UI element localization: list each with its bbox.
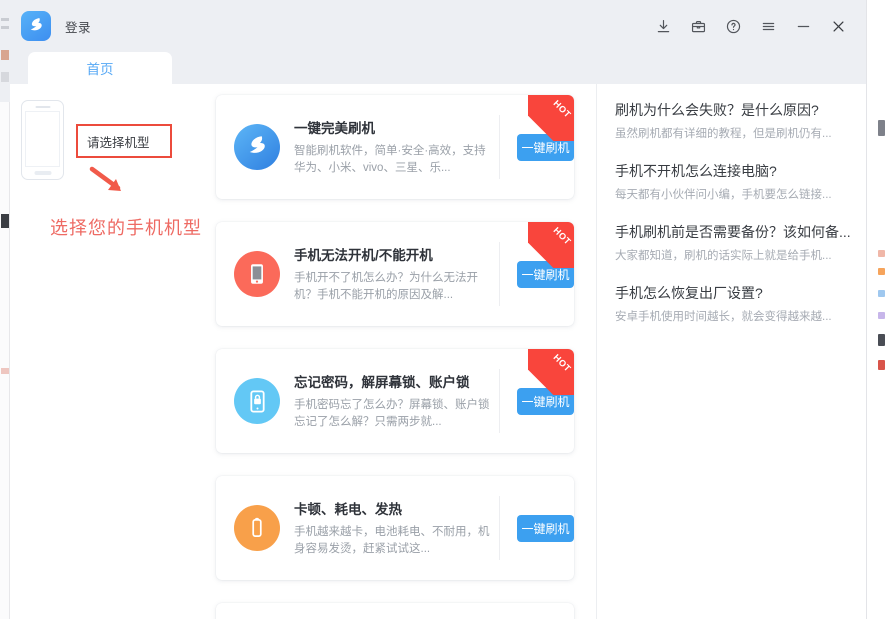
feature-card[interactable]: 一键完美刷机 智能刷机软件，简单·安全·高效，支持华为、小米、vivo、三星、乐… — [216, 95, 574, 199]
feature-card-text: 一键完美刷机 智能刷机软件，简单·安全·高效，支持华为、小米、vivo、三星、乐… — [294, 117, 490, 177]
feature-card-desc: 手机越来越卡，电池耗电、不耐用，机身容易发烫，赶紧试试这... — [294, 524, 490, 558]
feature-card-title: 卡顿、耗电、发热 — [294, 498, 490, 518]
news-item-desc: 虽然刷机都有详细的教程，但是刷机仍有... — [615, 125, 851, 141]
tab-strip: 首页 — [10, 52, 866, 84]
hot-badge-label: HOT — [551, 225, 573, 247]
feature-card[interactable] — [216, 603, 574, 619]
feature-card-title: 手机无法开机/不能开机 — [294, 244, 490, 264]
tab-home[interactable]: 首页 — [28, 52, 172, 84]
news-item-desc: 每天都有小伙伴问小编，手机要怎么链接... — [615, 186, 851, 202]
feature-card-desc: 手机密码忘了怎么办？屏幕锁、账户锁忘记了怎么解？只需两步就... — [294, 397, 490, 431]
select-model-hint: 选择您的手机机型 — [50, 214, 202, 240]
red-arrow-icon — [88, 166, 134, 198]
feature-card-text: 忘记密码，解屏幕锁、账户锁 手机密码忘了怎么办？屏幕锁、账户锁忘记了怎么解？只需… — [294, 371, 490, 431]
menu-icon[interactable] — [759, 17, 778, 36]
card-divider — [499, 369, 500, 433]
news-item-desc: 大家都知道，刷机的话实际上就是给手机... — [615, 247, 851, 263]
phone-outline-icon — [21, 100, 64, 180]
application-window: 登录 — [0, 0, 888, 619]
feature-card[interactable]: 手机无法开机/不能开机 手机开不了机怎么办？为什么无法开机？手机不能开机的原因及… — [216, 222, 574, 326]
hot-badge-label: HOT — [551, 98, 573, 120]
news-item[interactable]: 手机怎么恢复出厂设置? 安卓手机使用时间越长，就会变得越来越... — [597, 283, 869, 324]
news-item[interactable]: 手机刷机前是否需要备份？该如何备... 大家都知道，刷机的话实际上就是给手机..… — [597, 222, 869, 263]
background-window-right-edge — [866, 0, 888, 619]
phone-dead-icon — [234, 251, 280, 297]
card-divider — [499, 496, 500, 560]
download-icon[interactable] — [654, 17, 673, 36]
toolbox-icon[interactable] — [689, 17, 708, 36]
news-item-desc: 安卓手机使用时间越长，就会变得越来越... — [615, 308, 851, 324]
news-list: 刷机为什么会失败？是什么原因? 虽然刷机都有详细的教程，但是刷机仍有... 手机… — [596, 84, 869, 619]
close-icon[interactable] — [829, 17, 848, 36]
news-item-title: 手机刷机前是否需要备份？该如何备... — [615, 222, 851, 242]
feature-card[interactable]: 卡顿、耗电、发热 手机越来越卡，电池耗电、不耐用，机身容易发烫，赶紧试试这...… — [216, 476, 574, 580]
device-panel: 请选择机型 选择您的手机机型 — [10, 84, 216, 619]
model-select-placeholder: 请选择机型 — [87, 132, 150, 151]
feature-card-text: 手机无法开机/不能开机 手机开不了机怎么办？为什么无法开机？手机不能开机的原因及… — [294, 244, 490, 304]
news-item[interactable]: 刷机为什么会失败？是什么原因? 虽然刷机都有详细的教程，但是刷机仍有... — [597, 100, 869, 141]
main-content: 请选择机型 选择您的手机机型 一键完美刷机 — [10, 84, 866, 619]
login-label[interactable]: 登录 — [65, 17, 91, 36]
feature-card-title: 忘记密码，解屏幕锁、账户锁 — [294, 371, 490, 391]
feature-card-desc: 手机开不了机怎么办？为什么无法开机？手机不能开机的原因及解... — [294, 270, 490, 304]
feature-card-list: 一键完美刷机 智能刷机软件，简单·安全·高效，支持华为、小米、vivo、三星、乐… — [216, 84, 596, 619]
phone-lock-icon — [234, 378, 280, 424]
news-item-title: 手机怎么恢复出厂设置? — [615, 283, 851, 303]
window-controls — [654, 17, 866, 36]
hot-badge-label: HOT — [551, 352, 573, 374]
minimize-icon[interactable] — [794, 17, 813, 36]
flash-button[interactable]: 一键刷机 — [517, 388, 574, 415]
battery-icon — [234, 505, 280, 551]
feature-card-title: 一键完美刷机 — [294, 117, 490, 137]
title-bar: 登录 — [10, 0, 866, 52]
feature-card[interactable]: 忘记密码，解屏幕锁、账户锁 手机密码忘了怎么办？屏幕锁、账户锁忘记了怎么解？只需… — [216, 349, 574, 453]
card-divider — [499, 115, 500, 179]
model-select-field[interactable]: 请选择机型 — [76, 124, 172, 158]
news-item-title: 手机不开机怎么连接电脑? — [615, 161, 851, 181]
background-window-left-edge — [0, 0, 10, 619]
news-item-title: 刷机为什么会失败？是什么原因? — [615, 100, 851, 120]
news-item[interactable]: 手机不开机怎么连接电脑? 每天都有小伙伴问小编，手机要怎么链接... — [597, 161, 869, 202]
app-logo-icon — [21, 11, 51, 41]
card-divider — [499, 242, 500, 306]
app-logo-s-icon — [234, 124, 280, 170]
flash-button[interactable]: 一键刷机 — [517, 134, 574, 161]
tab-home-label: 首页 — [87, 58, 114, 78]
feature-card-text: 卡顿、耗电、发热 手机越来越卡，电池耗电、不耐用，机身容易发烫，赶紧试试这... — [294, 498, 490, 558]
flash-button[interactable]: 一键刷机 — [517, 515, 574, 542]
flash-button[interactable]: 一键刷机 — [517, 261, 574, 288]
feature-card-desc: 智能刷机软件，简单·安全·高效，支持华为、小米、vivo、三星、乐... — [294, 143, 490, 177]
help-icon[interactable] — [724, 17, 743, 36]
